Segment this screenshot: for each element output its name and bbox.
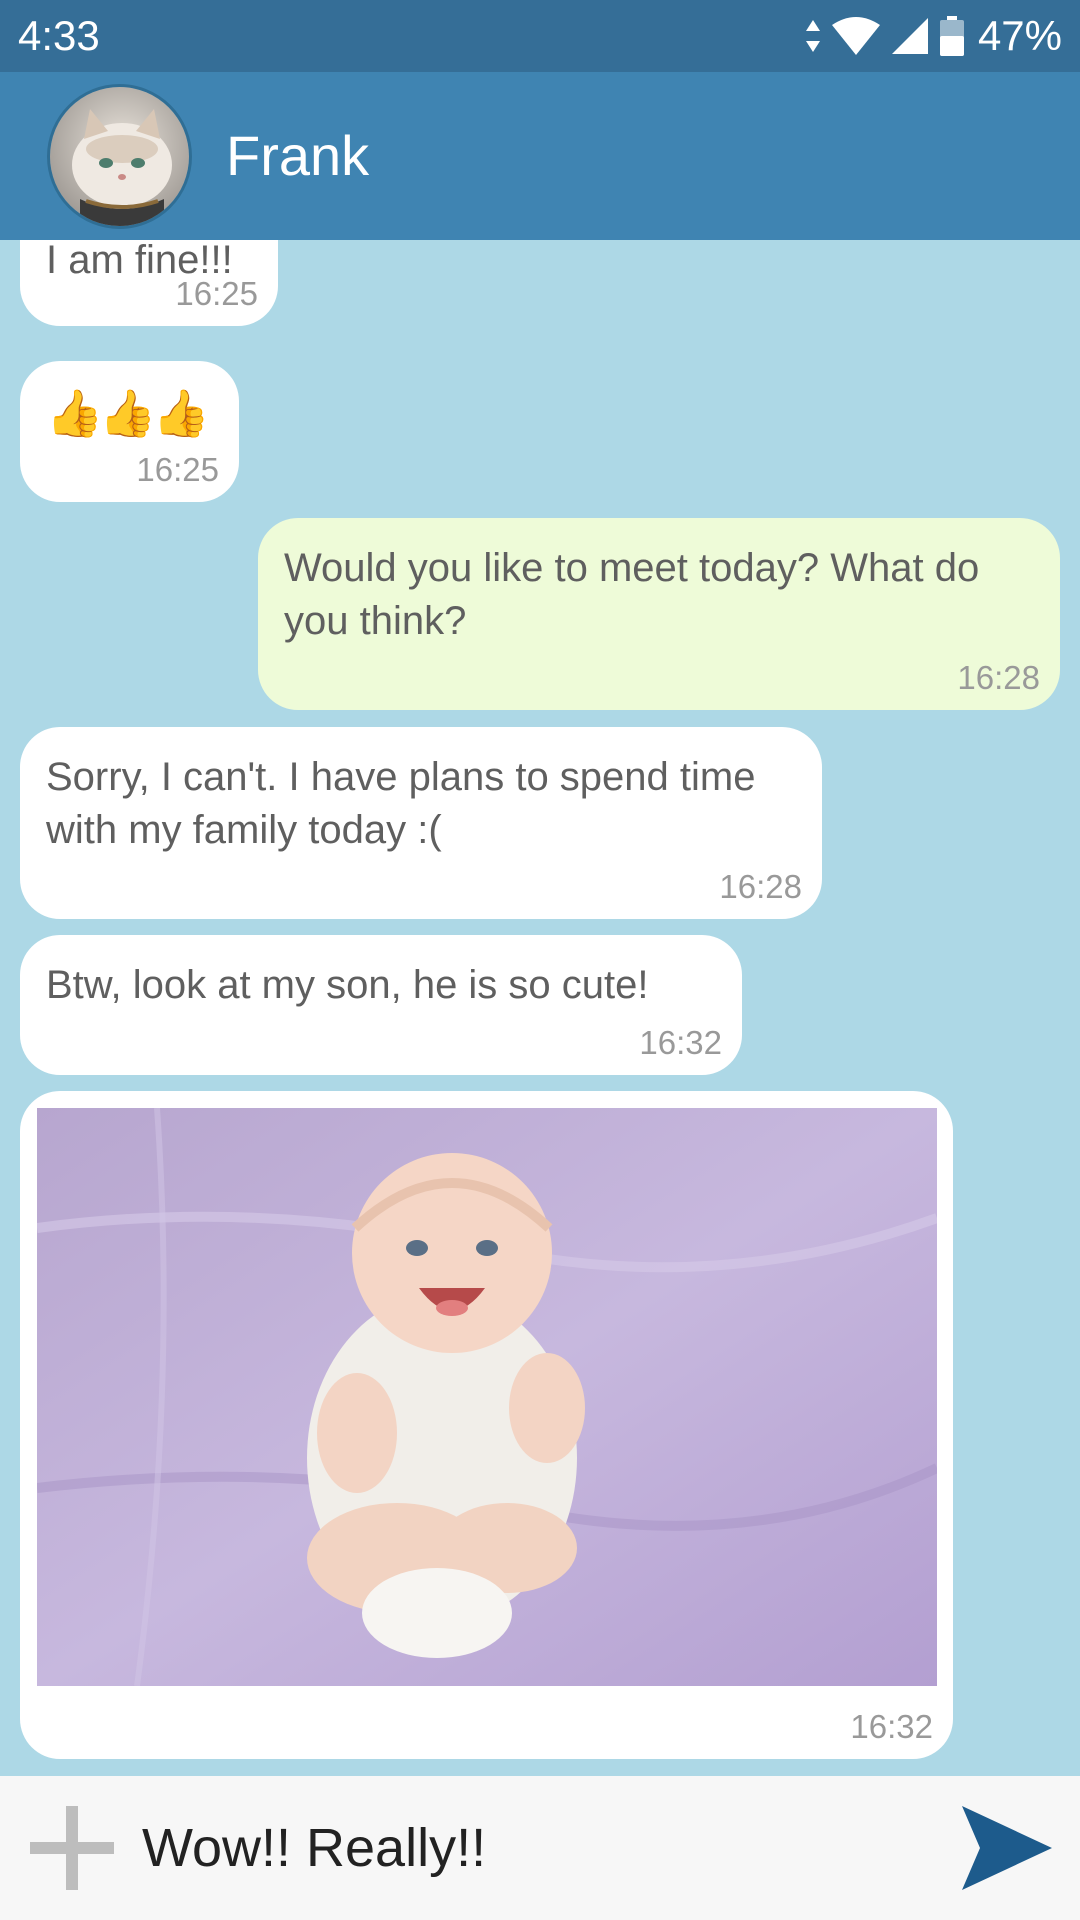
message-bubble[interactable]: I am fine!!! 16:25	[20, 240, 278, 326]
message-time: 16:32	[639, 1024, 722, 1061]
message-text: Sorry, I can't. I have plans to spend ti…	[46, 755, 756, 852]
add-icon[interactable]	[30, 1806, 114, 1890]
message-time: 16:28	[719, 868, 802, 905]
compose-bar	[0, 1776, 1080, 1920]
image-message-bubble[interactable]: 16:32	[20, 1091, 953, 1759]
cat-photo	[50, 87, 189, 226]
message-text: 👍👍👍	[46, 387, 210, 439]
status-bar: 4:33 47%	[0, 0, 1080, 72]
contact-name[interactable]: Frank	[226, 124, 369, 188]
status-time: 4:33	[18, 12, 100, 59]
status-icons: 47%	[805, 12, 1062, 60]
message-time: 16:25	[136, 451, 219, 488]
send-icon[interactable]	[962, 1806, 1052, 1890]
message-bubble[interactable]: Sorry, I can't. I have plans to spend ti…	[20, 727, 822, 919]
chat-area[interactable]: I am fine!!! 16:25 👍👍👍 16:25 Would you l…	[0, 240, 1080, 1776]
battery-icon	[939, 16, 964, 56]
message-bubble[interactable]: 👍👍👍 16:25	[20, 361, 239, 502]
wifi-icon	[831, 17, 880, 55]
message-text: Btw, look at my son, he is so cute!	[46, 963, 649, 1007]
avatar[interactable]	[47, 84, 192, 229]
message-time: 16:25	[175, 275, 258, 312]
message-input[interactable]	[142, 1812, 922, 1884]
message-bubble[interactable]: Btw, look at my son, he is so cute! 16:3…	[20, 935, 742, 1075]
message-bubble-outgoing[interactable]: Would you like to meet today? What do yo…	[258, 518, 1060, 710]
photo-attachment[interactable]	[37, 1108, 937, 1686]
message-time: 16:28	[957, 659, 1040, 696]
battery-percent: 47%	[977, 12, 1062, 59]
app-header: Frank	[0, 72, 1080, 240]
cell-signal-icon	[891, 18, 928, 54]
message-time: 16:32	[850, 1708, 933, 1745]
message-text: Would you like to meet today? What do yo…	[284, 546, 980, 643]
data-arrows-icon	[805, 20, 820, 52]
